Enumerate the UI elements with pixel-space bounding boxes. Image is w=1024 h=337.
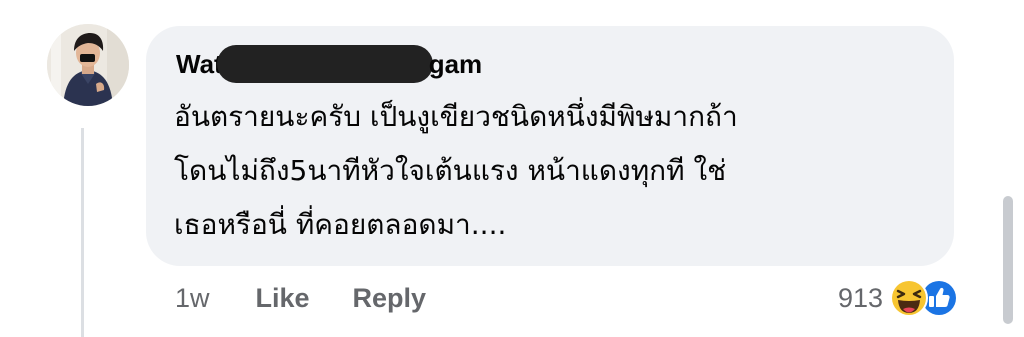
haha-icon <box>890 279 929 317</box>
thread-connector-line <box>81 128 84 337</box>
comment-text: อันตรายนะครับ เป็นงูเขียวชนิดหนึ่งมีพิษม… <box>174 90 954 252</box>
comment-text-line: อันตรายนะครับ เป็นงูเขียวชนิดหนึ่งมีพิษม… <box>174 100 738 133</box>
like-button[interactable]: Like <box>256 283 310 314</box>
comment-author[interactable]: Wat gam <box>176 45 482 83</box>
reaction-icons[interactable] <box>889 276 973 320</box>
comment-text-line: เธอหรือนี่ ที่คอยตลอดมา.... <box>174 208 507 241</box>
avatar-photo-icon <box>47 24 129 106</box>
avatar[interactable] <box>47 24 129 106</box>
comment-text-line: โดนไม่ถึง5นาทีหัวใจเต้นแรง หน้าแดงทุกที … <box>174 154 727 187</box>
author-name-start[interactable]: Wat <box>176 46 223 82</box>
reaction-summary[interactable]: 913 <box>838 276 973 320</box>
redaction-mark <box>216 45 433 83</box>
scrollbar-thumb[interactable] <box>1003 196 1013 324</box>
reply-button[interactable]: Reply <box>353 283 427 314</box>
author-name-end[interactable]: gam <box>429 46 482 82</box>
comment-timestamp[interactable]: 1w <box>175 283 210 314</box>
comment-thread: Wat gam อันตรายนะครับ เป็นงูเขียวชนิดหนึ… <box>0 0 1024 337</box>
comment-actions: 1w Like Reply <box>175 276 469 320</box>
comment-bubble: Wat gam อันตรายนะครับ เป็นงูเขียวชนิดหนึ… <box>146 26 954 266</box>
reaction-count[interactable]: 913 <box>838 283 883 314</box>
